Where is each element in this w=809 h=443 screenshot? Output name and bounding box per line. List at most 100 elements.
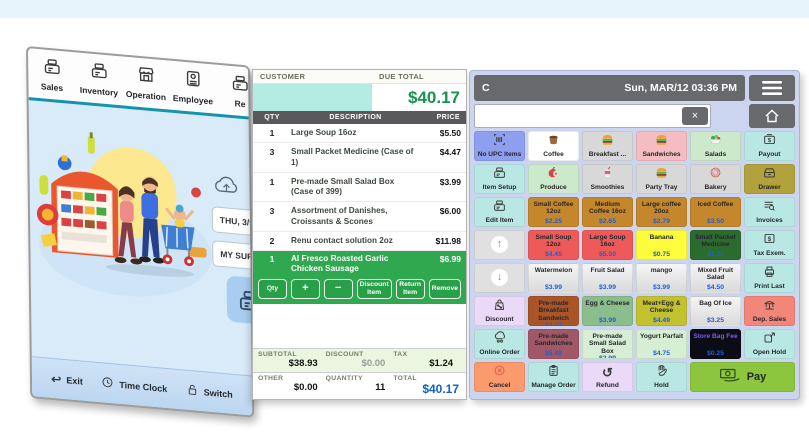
grid-item-egg-cheese[interactable]: Egg & Cheese$3.99	[582, 296, 633, 326]
grid-item-small-coffee[interactable]: Small Coffee 12oz$2.25	[528, 197, 579, 227]
grid-scroll-up-button[interactable]: ↑	[474, 230, 525, 260]
decrease-qty-button[interactable]: −	[324, 279, 353, 299]
cart-row[interactable]: 3Small Packet Medicine (Case of 1)$4.47	[253, 143, 466, 173]
cart-row[interactable]: 2Renu contact solution 2oz$11.98	[253, 232, 466, 251]
selected-cart-item[interactable]: 1 Al Fresco Roasted Garlic Chicken Sausa…	[253, 251, 466, 304]
grid-tax-exempt-button[interactable]: $Tax Exem.	[744, 230, 795, 260]
grid-item-iced-coffee[interactable]: Iced Coffee$3.50	[690, 197, 741, 227]
tab-sales[interactable]: Sales	[28, 48, 76, 101]
grid-item-medium-coffee[interactable]: Medium Coffee 16oz$2.65	[582, 197, 633, 227]
price-column-header: PRICE	[420, 114, 466, 121]
grid-item-mango[interactable]: mango$3.99	[636, 263, 687, 293]
tab-label: Re	[234, 98, 245, 109]
grid-item-large-coffee[interactable]: Large coffee 20oz$2.79	[636, 197, 687, 227]
home-icon	[764, 108, 780, 124]
grid-scroll-down-button[interactable]: ↓	[474, 263, 525, 293]
grid-item-small-packet-medicine[interactable]: Small Packet Medicine$1.25	[690, 230, 741, 260]
grid-payout-button[interactable]: $Payout	[744, 131, 795, 161]
grid-item-mixed-fruit-salad[interactable]: Mixed Fruit Salad$4.50	[690, 263, 741, 293]
grid-manage-order-button[interactable]: Manage Order	[528, 362, 579, 392]
cart-row[interactable]: 1Large Soup 16oz$5.50	[253, 124, 466, 143]
grid-print-last-button[interactable]: Print Last	[744, 263, 795, 293]
grid-cell-label: Small Packet Medicine	[693, 234, 738, 249]
cart-row[interactable]: 3Assortment of Danishes, Croissants & Sc…	[253, 202, 466, 232]
grid-item-watermelon[interactable]: Watermelon$3.99	[528, 263, 579, 293]
grid-no-upc-items-button[interactable]: No UPC Items	[474, 131, 525, 161]
grid-online-order-button[interactable]: Online Order	[474, 329, 525, 359]
footer-time-clock-button[interactable]: Time Clock	[101, 375, 167, 396]
menu-button[interactable]	[749, 75, 795, 101]
cart-row[interactable]: 1Pre-made Small Salad Box (Case of 399)$…	[253, 173, 466, 203]
grid-cell-label: Yogurt Parfait	[640, 333, 683, 340]
grid-invoices-button[interactable]: Invoices	[744, 197, 795, 227]
grid-item-premade-breakfast-sandwich[interactable]: Pre-made Breakfast Sandwich$4.47	[528, 296, 579, 326]
grid-category-party-tray-button[interactable]: Party Tray	[636, 164, 687, 194]
footer-switch-button[interactable]: Switch	[186, 383, 233, 402]
grid-drawer-button[interactable]: Drawer	[744, 164, 795, 194]
return-item-button[interactable]: Return Item	[396, 279, 425, 299]
grid-edit-item-button[interactable]: Edit Item	[474, 197, 525, 227]
up-icon: ↑	[491, 236, 508, 253]
grid-item-meat-egg-cheese[interactable]: Meat+Egg & Cheese$4.49	[636, 296, 687, 326]
grid-item-fruit-salad[interactable]: Fruit Salad$3.99	[582, 263, 633, 293]
remove-item-button[interactable]: Remove	[429, 279, 461, 299]
grid-category-breakfast-button[interactable]: Breakfast ...	[582, 131, 633, 161]
qty-button[interactable]: Qty	[258, 279, 287, 299]
grid-cell-label: Online Order	[479, 349, 519, 356]
grid-item-bag-of-ice[interactable]: Bag Of Ice$3.25	[690, 296, 741, 326]
grid-dept-sales-button[interactable]: Dep. Sales	[744, 296, 795, 326]
grid-category-smoothies-button[interactable]: Smoothies	[582, 164, 633, 194]
grid-discount-button[interactable]: Discount	[474, 296, 525, 326]
grid-pay-button[interactable]: Pay	[690, 362, 795, 392]
grid-category-sandwiches-button[interactable]: Sandwiches	[636, 131, 687, 161]
tab-label: Inventory	[80, 85, 118, 98]
grid-item-premade-small-salad-box[interactable]: Pre-made Small Salad Box$2.99	[582, 329, 633, 359]
tab-operation[interactable]: Operation	[122, 56, 170, 109]
grid-item-premade-sandwiches[interactable]: Pre-made Sandwiches$5.49	[528, 329, 579, 359]
topbar-spacer	[715, 104, 745, 128]
grid-item-yogurt-parfait[interactable]: Yogurt Parfait$4.75	[636, 329, 687, 359]
grid-cell-label: Pre-made Sandwiches	[531, 333, 576, 348]
footer-label: Switch	[204, 387, 233, 400]
clear-search-icon[interactable]: ×	[682, 107, 708, 125]
selected-item-price: $6.99	[420, 254, 466, 275]
cloud-sync-icon[interactable]	[213, 174, 239, 201]
grid-cell-label: Edit Item	[486, 217, 514, 224]
grid-open-hold-button[interactable]: Open Hold	[744, 329, 795, 359]
grid-category-produce-button[interactable]: Produce	[528, 164, 579, 194]
search-input[interactable]	[475, 105, 680, 127]
home-button[interactable]	[749, 104, 795, 128]
grid-cancel-button[interactable]: Cancel	[474, 362, 525, 392]
discount-label: DISCOUNT	[326, 351, 394, 358]
grid-item-setup-button[interactable]: Item Setup	[474, 164, 525, 194]
grid-category-salads-button[interactable]: Salads	[690, 131, 741, 161]
grid-hold-button[interactable]: Hold	[636, 362, 687, 392]
selected-item-qty: 1	[253, 254, 291, 275]
footer-exit-button[interactable]: ↩Exit	[51, 371, 83, 388]
description-column-header: DESCRIPTION	[291, 114, 420, 121]
grid-category-coffee-button[interactable]: Coffee	[528, 131, 579, 161]
customer-field[interactable]	[253, 84, 372, 111]
grid-cell-label: Large Soup 16oz	[585, 234, 630, 249]
grid-item-small-soup[interactable]: Small Soup 12oz$4.45	[528, 230, 579, 260]
burger-icon	[655, 133, 668, 150]
footer-label: Exit	[66, 375, 83, 386]
tab-inventory[interactable]: Inventory	[75, 52, 123, 105]
grid-category-bakery-button[interactable]: Bakery	[690, 164, 741, 194]
cart-row-price: $11.98	[420, 236, 466, 246]
grid-item-banana[interactable]: Banana$0.75	[636, 230, 687, 260]
register-shortcut-button[interactable]	[227, 275, 255, 325]
increase-qty-button[interactable]: +	[291, 279, 320, 299]
grid-cell-label: Bag Of Ice	[699, 300, 732, 307]
pay-icon	[719, 367, 741, 387]
tab-employee[interactable]: Employee	[169, 61, 217, 114]
discount-item-button[interactable]: Discount Item	[357, 279, 392, 299]
grid-refund-button[interactable]: ↺Refund	[582, 362, 633, 392]
grid-item-store-bag-fee[interactable]: Store Bag Fee$0.25	[690, 329, 741, 359]
cart-row-qty: 1	[253, 177, 291, 198]
grid-cell-label: Small Coffee 12oz	[531, 201, 576, 216]
invoices-icon	[763, 199, 776, 216]
tab-re[interactable]: Re	[216, 65, 254, 118]
grid-cell-label: Meat+Egg & Cheese	[639, 300, 684, 315]
grid-item-large-soup[interactable]: Large Soup 16oz$5.50	[582, 230, 633, 260]
